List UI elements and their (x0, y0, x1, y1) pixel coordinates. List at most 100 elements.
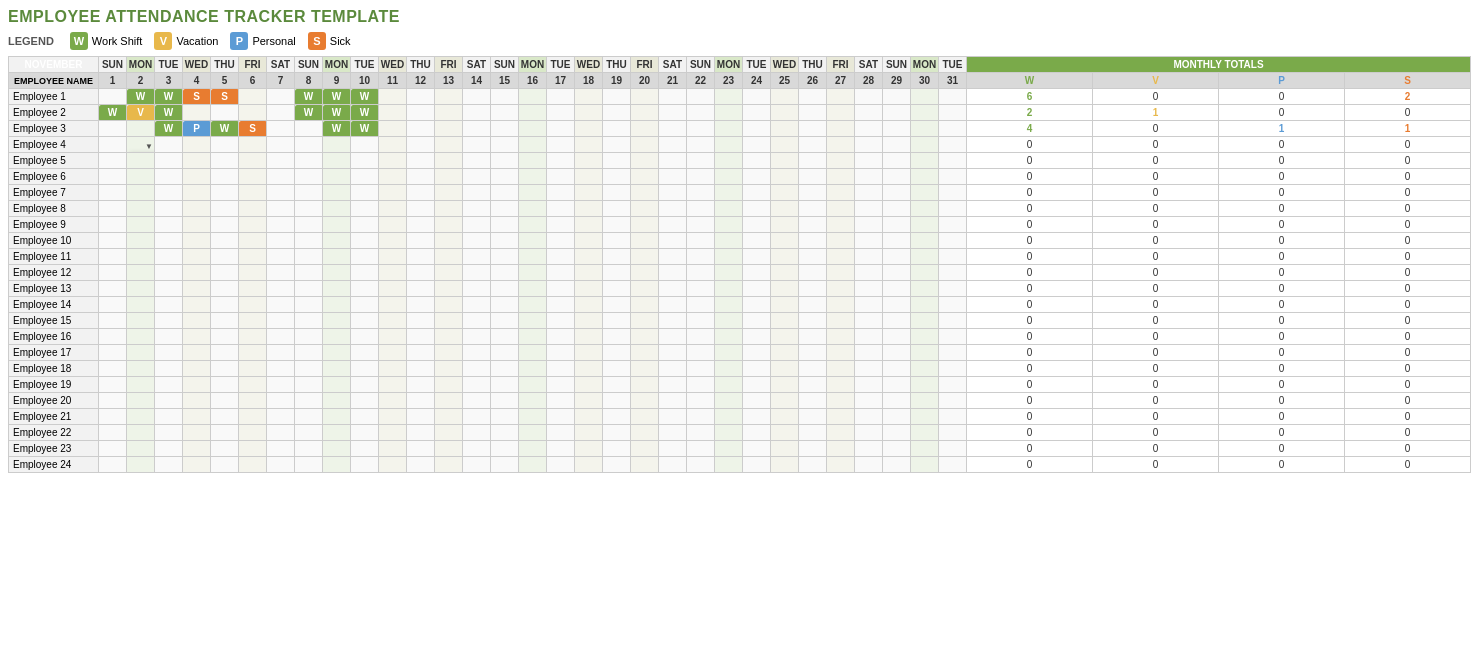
cell-emp19-day21[interactable] (659, 377, 687, 393)
cell-emp17-day2[interactable] (127, 345, 155, 361)
cell-emp16-day8[interactable] (295, 329, 323, 345)
cell-emp13-day16[interactable] (519, 281, 547, 297)
cell-emp14-day3[interactable] (155, 297, 183, 313)
cell-emp19-day29[interactable] (883, 377, 911, 393)
cell-emp10-day23[interactable] (715, 233, 743, 249)
cell-emp5-day20[interactable] (631, 153, 659, 169)
cell-emp10-day29[interactable] (883, 233, 911, 249)
cell-emp13-day5[interactable] (211, 281, 239, 297)
cell-emp15-day24[interactable] (743, 313, 771, 329)
cell-emp14-day29[interactable] (883, 297, 911, 313)
cell-emp23-day11[interactable] (379, 441, 407, 457)
cell-emp3-day14[interactable] (463, 121, 491, 137)
cell-emp11-day25[interactable] (771, 249, 799, 265)
cell-emp3-day10[interactable]: W (351, 121, 379, 137)
cell-emp13-day31[interactable] (939, 281, 967, 297)
cell-emp20-day20[interactable] (631, 393, 659, 409)
cell-emp8-day27[interactable] (827, 201, 855, 217)
cell-emp7-day8[interactable] (295, 185, 323, 201)
cell-emp2-day24[interactable] (743, 105, 771, 121)
cell-emp22-day28[interactable] (855, 425, 883, 441)
cell-emp11-day1[interactable] (99, 249, 127, 265)
cell-emp16-day7[interactable] (267, 329, 295, 345)
cell-emp12-day1[interactable] (99, 265, 127, 281)
cell-emp22-day3[interactable] (155, 425, 183, 441)
cell-emp24-day4[interactable] (183, 457, 211, 473)
cell-emp10-day2[interactable] (127, 233, 155, 249)
cell-emp23-day1[interactable] (99, 441, 127, 457)
cell-emp23-day24[interactable] (743, 441, 771, 457)
cell-emp12-day31[interactable] (939, 265, 967, 281)
cell-emp10-day17[interactable] (547, 233, 575, 249)
cell-emp22-day22[interactable] (687, 425, 715, 441)
cell-emp10-day11[interactable] (379, 233, 407, 249)
cell-emp8-day9[interactable] (323, 201, 351, 217)
cell-emp17-day14[interactable] (463, 345, 491, 361)
cell-emp4-day18[interactable] (575, 137, 603, 153)
cell-emp23-day26[interactable] (799, 441, 827, 457)
cell-emp11-day11[interactable] (379, 249, 407, 265)
cell-emp8-day12[interactable] (407, 201, 435, 217)
cell-emp23-day25[interactable] (771, 441, 799, 457)
cell-emp12-day8[interactable] (295, 265, 323, 281)
cell-emp5-day5[interactable] (211, 153, 239, 169)
cell-emp15-day15[interactable] (491, 313, 519, 329)
cell-emp20-day15[interactable] (491, 393, 519, 409)
cell-emp22-day16[interactable] (519, 425, 547, 441)
cell-emp20-day10[interactable] (351, 393, 379, 409)
cell-emp17-day26[interactable] (799, 345, 827, 361)
cell-emp19-day26[interactable] (799, 377, 827, 393)
cell-emp24-day10[interactable] (351, 457, 379, 473)
cell-emp21-day4[interactable] (183, 409, 211, 425)
cell-emp13-day25[interactable] (771, 281, 799, 297)
cell-emp15-day21[interactable] (659, 313, 687, 329)
cell-emp12-day14[interactable] (463, 265, 491, 281)
cell-emp19-day24[interactable] (743, 377, 771, 393)
cell-emp3-day16[interactable] (519, 121, 547, 137)
cell-emp2-day22[interactable] (687, 105, 715, 121)
cell-emp24-day14[interactable] (463, 457, 491, 473)
cell-emp18-day22[interactable] (687, 361, 715, 377)
cell-emp20-day13[interactable] (435, 393, 463, 409)
cell-emp6-day31[interactable] (939, 169, 967, 185)
cell-emp7-day22[interactable] (687, 185, 715, 201)
cell-emp5-day24[interactable] (743, 153, 771, 169)
cell-emp19-day19[interactable] (603, 377, 631, 393)
cell-emp10-day6[interactable] (239, 233, 267, 249)
cell-emp5-day4[interactable] (183, 153, 211, 169)
cell-emp20-day24[interactable] (743, 393, 771, 409)
cell-emp15-day18[interactable] (575, 313, 603, 329)
cell-emp5-day25[interactable] (771, 153, 799, 169)
cell-emp15-day23[interactable] (715, 313, 743, 329)
cell-emp6-day5[interactable] (211, 169, 239, 185)
cell-emp19-day22[interactable] (687, 377, 715, 393)
cell-emp21-day6[interactable] (239, 409, 267, 425)
cell-emp1-day14[interactable] (463, 89, 491, 105)
cell-emp18-day15[interactable] (491, 361, 519, 377)
cell-emp13-day30[interactable] (911, 281, 939, 297)
cell-emp10-day12[interactable] (407, 233, 435, 249)
cell-emp18-day31[interactable] (939, 361, 967, 377)
cell-emp7-day17[interactable] (547, 185, 575, 201)
cell-emp20-day11[interactable] (379, 393, 407, 409)
cell-emp20-day4[interactable] (183, 393, 211, 409)
cell-emp15-day8[interactable] (295, 313, 323, 329)
cell-emp2-day18[interactable] (575, 105, 603, 121)
cell-emp22-day18[interactable] (575, 425, 603, 441)
cell-emp20-day31[interactable] (939, 393, 967, 409)
cell-emp12-day13[interactable] (435, 265, 463, 281)
cell-emp14-day23[interactable] (715, 297, 743, 313)
cell-emp6-day14[interactable] (463, 169, 491, 185)
cell-emp4-day22[interactable] (687, 137, 715, 153)
cell-emp22-day12[interactable] (407, 425, 435, 441)
cell-emp9-day28[interactable] (855, 217, 883, 233)
cell-emp14-day20[interactable] (631, 297, 659, 313)
cell-emp4-day9[interactable] (323, 137, 351, 153)
cell-emp11-day15[interactable] (491, 249, 519, 265)
cell-emp1-day6[interactable] (239, 89, 267, 105)
cell-emp2-day5[interactable] (211, 105, 239, 121)
cell-emp3-day13[interactable] (435, 121, 463, 137)
cell-emp4-day6[interactable] (239, 137, 267, 153)
cell-emp13-day17[interactable] (547, 281, 575, 297)
cell-emp11-day26[interactable] (799, 249, 827, 265)
